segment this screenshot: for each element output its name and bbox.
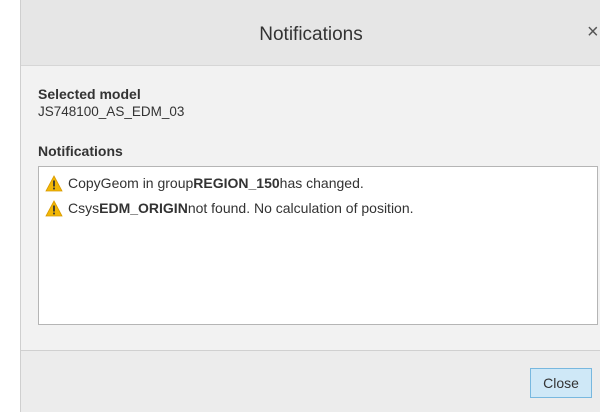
notifications-dialog: Notifications × Selected model JS748100_… xyxy=(20,0,600,412)
notification-csys-name: EDM_ORIGIN xyxy=(99,200,188,216)
notifications-label: Notifications xyxy=(38,143,123,159)
list-item: CopyGeom in group REGION_150 has changed… xyxy=(45,173,364,193)
close-button[interactable]: Close xyxy=(530,368,592,398)
dialog-title: Notifications xyxy=(259,24,363,45)
close-icon[interactable]: × xyxy=(587,22,600,42)
notification-group-name: REGION_150 xyxy=(193,175,280,191)
notifications-list[interactable]: CopyGeom in group REGION_150 has changed… xyxy=(38,166,598,325)
notification-text-suffix: not found. No calculation of position. xyxy=(187,200,414,216)
dialog-footer: Close xyxy=(21,350,600,412)
selected-model-label: Selected model xyxy=(38,86,141,102)
title-bar[interactable]: Notifications × xyxy=(21,0,600,66)
warning-icon xyxy=(45,199,63,216)
notification-text-suffix: has changed. xyxy=(279,175,364,191)
selected-model-value: JS748100_AS_EDM_03 xyxy=(38,104,185,119)
notification-text-prefix: Csys xyxy=(68,200,100,216)
warning-icon xyxy=(45,174,63,191)
notification-text-prefix: CopyGeom in group xyxy=(68,175,194,191)
list-item: Csys EDM_ORIGIN not found. No calculatio… xyxy=(45,198,414,218)
